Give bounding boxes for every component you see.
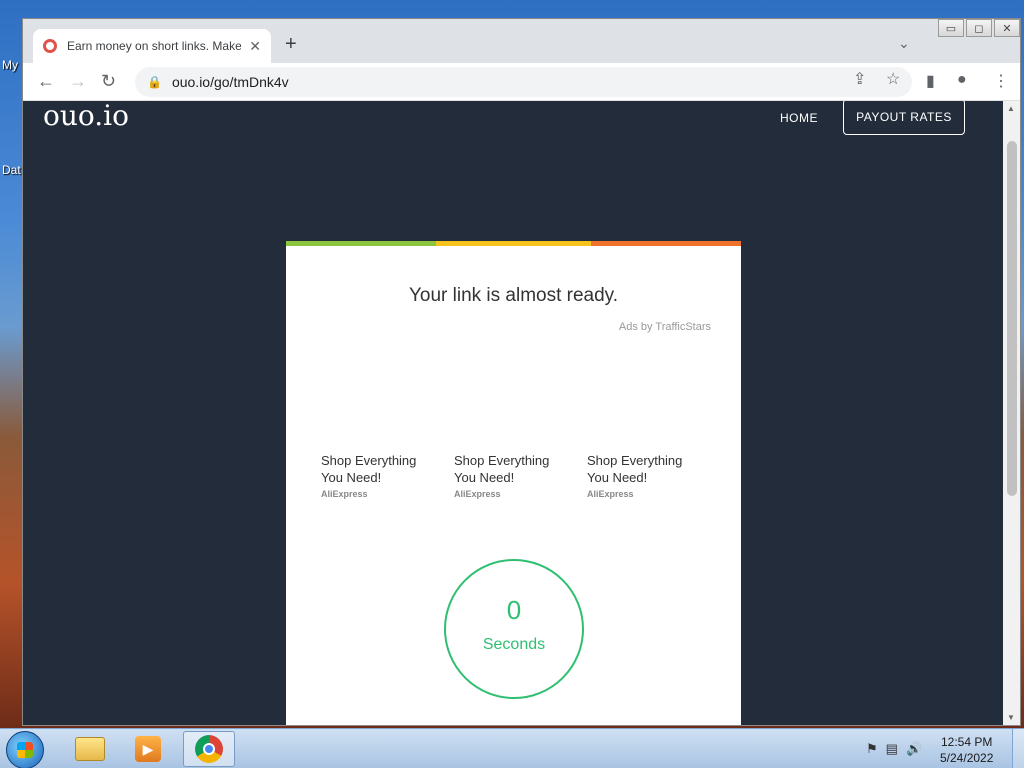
start-button[interactable] [6,731,44,768]
clock-time: 12:54 PM [941,735,993,749]
forward-arrow-icon[interactable]: → [69,71,87,92]
site-logo[interactable]: ouo.io [43,101,129,132]
ad-source: AliExpress [321,489,368,499]
scroll-up-icon[interactable]: ▲ [1007,104,1015,113]
ad-source: AliExpress [454,489,501,499]
kebab-menu-icon[interactable]: ⋮ [993,71,1009,91]
scroll-thumb[interactable] [1007,141,1017,496]
url-text[interactable]: ouo.io/go/tmDnk4v [172,74,289,90]
reload-icon[interactable]: ↻ [101,71,116,92]
site-favicon-icon [43,39,57,53]
clock-date: 5/24/2022 [940,751,994,765]
network-icon[interactable]: ▤ [886,741,898,757]
link-card: Your link is almost ready. Ads by Traffi… [286,241,741,725]
new-tab-icon[interactable]: + [285,33,297,56]
volume-icon[interactable]: 🔊 [906,741,922,757]
chrome-icon [195,735,223,763]
ad-source: AliExpress [587,489,634,499]
taskbar-explorer[interactable] [64,731,116,767]
ad-item[interactable]: Shop Everything You Need! AliExpress [587,452,697,499]
system-tray: ⚑ ▤ 🔊 [866,741,922,757]
profile-icon[interactable]: ● [957,71,967,89]
window-controls: ▭ ◻ ✕ [938,19,1020,37]
scroll-down-icon[interactable]: ▼ [1007,713,1015,722]
tab-active[interactable]: Earn money on short links. Make ✕ [33,29,271,63]
ad-item[interactable]: Shop Everything You Need! AliExpress [321,452,431,499]
timer-value: 0 [506,595,522,625]
nav-home-link[interactable]: HOME [780,111,818,125]
side-panel-icon[interactable]: ▮ [926,71,935,91]
windows-logo-icon [17,742,33,758]
lock-icon[interactable]: 🔒 [147,75,162,89]
taskbar-media-player[interactable]: ▶ [122,731,174,767]
close-button[interactable]: ✕ [994,19,1020,37]
browser-toolbar: ← → ↻ 🔒 ouo.io/go/tmDnk4v ⇪ ☆ ▮ ● ⋮ [23,63,1020,101]
ad-item[interactable]: Shop Everything You Need! AliExpress [454,452,564,499]
taskbar: ▶ ⚑ ▤ 🔊 12:54 PM 5/24/2022 [0,728,1024,768]
bookmark-star-icon[interactable]: ☆ [886,69,900,89]
address-bar[interactable]: 🔒 ouo.io/go/tmDnk4v [135,67,912,97]
color-bar [286,241,741,246]
ad-title[interactable]: Shop Everything You Need! [454,452,564,486]
ad-title[interactable]: Shop Everything You Need! [587,452,697,486]
color-bar-segment [591,241,741,246]
timer-label: Seconds [482,636,546,653]
nav-payout-rates-button[interactable]: PAYOUT RATES [843,101,965,135]
card-title: Your link is almost ready. [408,285,619,306]
taskbar-chrome[interactable] [183,731,235,767]
tab-close-icon[interactable]: ✕ [249,38,261,55]
minimize-button[interactable]: ▭ [938,19,964,37]
tab-title: Earn money on short links. Make [67,39,242,53]
color-bar-segment [286,241,436,246]
color-bar-segment [436,241,591,246]
desktop-icon-label[interactable]: Dat [2,163,21,177]
tab-strip: Earn money on short links. Make ✕ + ⌄ ▭ … [23,19,1020,63]
share-icon[interactable]: ⇪ [853,69,866,89]
taskbar-clock[interactable]: 12:54 PM 5/24/2022 [940,734,993,766]
browser-window: Earn money on short links. Make ✕ + ⌄ ▭ … [22,18,1021,726]
back-arrow-icon[interactable]: ← [37,71,55,92]
desktop-icon-label[interactable]: My [2,58,18,72]
page-scrollbar[interactable]: ▲ ▼ [1003,101,1020,725]
web-page: ouo.io HOME PAYOUT RATES Your link is al… [23,101,1003,725]
countdown-timer: 0 Seconds [444,559,584,699]
show-desktop-button[interactable] [1012,729,1024,768]
chevron-down-icon[interactable]: ⌄ [898,35,910,52]
ad-title[interactable]: Shop Everything You Need! [321,452,431,486]
media-player-icon: ▶ [135,736,161,762]
maximize-button[interactable]: ◻ [966,19,992,37]
folder-icon [75,737,105,761]
action-center-flag-icon[interactable]: ⚑ [866,741,878,757]
ads-attribution[interactable]: Ads by TrafficStars [619,321,711,333]
